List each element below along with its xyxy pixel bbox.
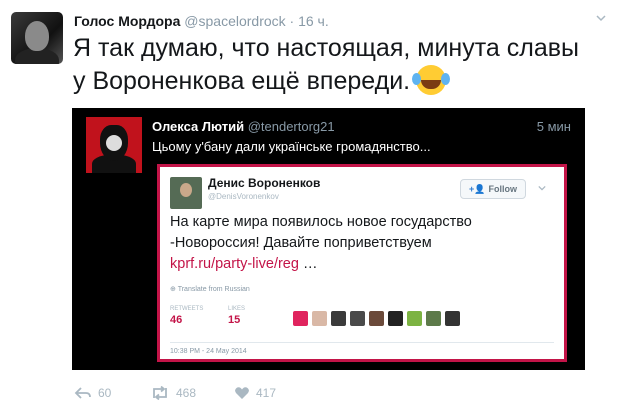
card-likes-label: LIKES	[228, 306, 246, 312]
tweet-time[interactable]: · 16 ч.	[290, 13, 329, 29]
liker-avatar	[293, 311, 308, 326]
embedded-text: Цьому у'бану дали українське громадянств…	[152, 139, 431, 154]
globe-icon: ⊕	[170, 286, 176, 293]
add-user-icon: +👤	[469, 184, 486, 194]
follow-button: +👤 Follow	[460, 179, 526, 199]
tweet-text: Я так думаю, что настоящая, минута славы…	[73, 32, 593, 98]
liker-avatar	[388, 311, 403, 326]
reply-icon	[74, 387, 91, 399]
tweet: Голос Мордора @spacelordrock · 16 ч. Я т…	[0, 0, 620, 417]
follow-label: Follow	[488, 184, 517, 194]
card-text: На карте мира появилось новое государств…	[170, 212, 560, 275]
tweet-header: Голос Мордора @spacelordrock · 16 ч.	[74, 13, 329, 29]
liker-avatar	[369, 311, 384, 326]
quoted-tweet-card: Денис Вороненков @DenisVoronenkov +👤 Foll…	[157, 164, 567, 362]
author-name[interactable]: Голос Мордора	[74, 13, 180, 29]
card-likes: LIKES 15	[228, 306, 245, 326]
chevron-down-icon[interactable]	[596, 13, 606, 23]
chevron-down-icon	[538, 185, 546, 191]
translate-label: Translate from Russian	[177, 286, 250, 293]
card-date: 10:38 PM - 24 May 2014	[170, 348, 247, 355]
embedded-screenshot[interactable]: Олекса Лютий @tendertorg21 5 мин Цьому у…	[72, 108, 585, 370]
embedded-author: Олекса Лютий @tendertorg21	[152, 119, 335, 134]
liker-avatar	[407, 311, 422, 326]
retweet-button[interactable]: 468	[150, 385, 197, 401]
liker-avatar	[445, 311, 460, 326]
tweet-text-content: Я так думаю, что настоящая, минута славы…	[73, 34, 579, 95]
card-author-handle: @DenisVoronenkov	[208, 192, 279, 201]
author-handle[interactable]: @spacelordrock	[184, 13, 285, 29]
card-retweets-count: 46	[170, 314, 183, 326]
like-count: 417	[256, 385, 277, 400]
embedded-time: 5 мин	[536, 119, 571, 134]
retweet-icon	[153, 385, 167, 401]
divider	[170, 342, 554, 343]
liker-avatar	[350, 311, 365, 326]
liker-avatars	[293, 311, 473, 327]
like-button[interactable]: 417	[234, 385, 276, 400]
card-text-line-2: -Новороссия! Давайте поприветствуем	[170, 235, 432, 251]
liker-avatar	[312, 311, 327, 326]
author-avatar[interactable]	[11, 12, 63, 64]
card-author-name: Денис Вороненков	[208, 176, 321, 190]
liker-avatar	[331, 311, 346, 326]
retweet-count: 468	[176, 385, 197, 400]
translate-link: ⊕ Translate from Russian	[170, 285, 250, 293]
card-text-line-1: На карте мира появилось новое государств…	[170, 214, 472, 230]
card-author-avatar	[170, 177, 202, 209]
card-likes-count: 15	[228, 314, 241, 326]
card-retweets-label: RETWEETS	[170, 306, 204, 312]
heart-icon	[235, 387, 249, 399]
face-with-tears-of-joy-icon	[412, 65, 447, 95]
card-retweets: RETWEETS 46	[170, 306, 203, 326]
reply-count: 60	[98, 385, 112, 400]
embedded-author-handle: @tendertorg21	[247, 119, 335, 134]
reply-button[interactable]: 60	[74, 385, 111, 400]
embedded-author-name: Олекса Лютий	[152, 119, 245, 134]
embedded-author-avatar	[86, 117, 142, 173]
card-link-suffix: …	[298, 256, 318, 272]
liker-avatar	[426, 311, 441, 326]
card-link: kprf.ru/party-live/reg	[170, 256, 299, 272]
